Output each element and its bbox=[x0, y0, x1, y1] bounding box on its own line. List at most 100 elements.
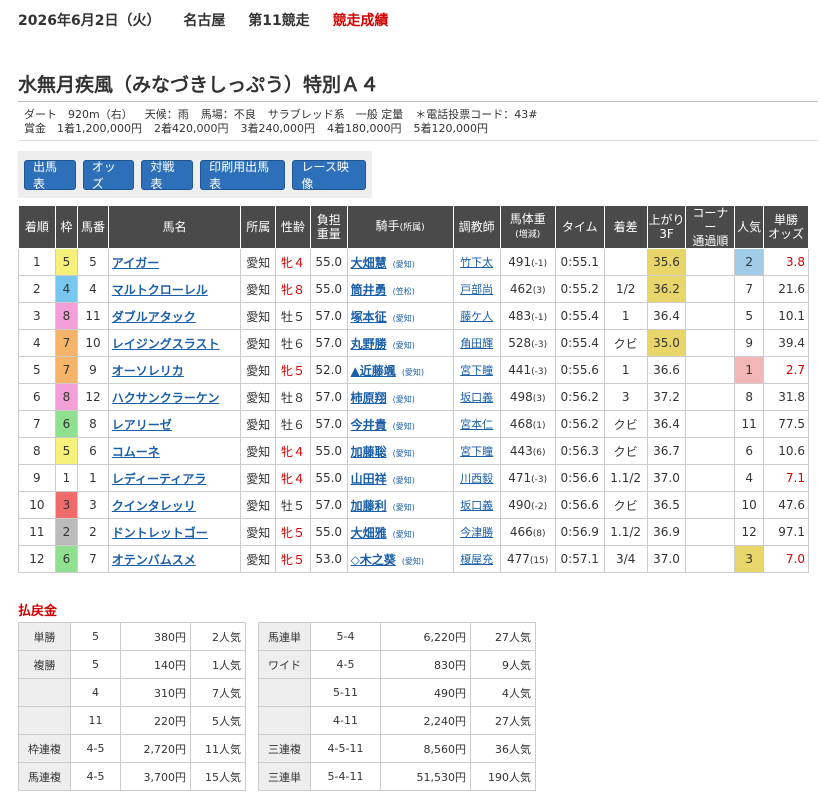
popularity-cell: 11 bbox=[734, 410, 764, 438]
trainer-link[interactable]: 宮下瞳 bbox=[452, 437, 501, 465]
jockey-affiliation: (愛知) bbox=[392, 340, 415, 350]
entries-button[interactable]: 出馬表 bbox=[24, 160, 76, 191]
horse-name-link[interactable]: ドントレットゴー bbox=[107, 518, 242, 546]
payout-combo: 4-5-11 bbox=[310, 734, 381, 763]
jockey-link[interactable]: 大畑雅 bbox=[351, 526, 387, 540]
odds-cell: 10.1 bbox=[762, 302, 810, 330]
trainer-link[interactable]: 角田輝 bbox=[452, 329, 501, 357]
jockey-link[interactable]: 加藤利 bbox=[351, 499, 387, 513]
weight-diff: (-1) bbox=[531, 313, 548, 323]
payout-row: 4-11 2,240円 27人気 bbox=[258, 706, 536, 735]
horse-name-link[interactable]: アイガー bbox=[107, 248, 242, 276]
trainer-link[interactable]: 今津勝 bbox=[452, 518, 501, 546]
condition-item: サラブレッド系 一般 定量 bbox=[267, 108, 404, 121]
horse-name-link[interactable]: マルトクローレル bbox=[107, 275, 242, 303]
horse-name-link[interactable]: レイジングスラスト bbox=[107, 329, 242, 357]
race-number: 第11競走 bbox=[248, 13, 310, 29]
load-cell: 57.0 bbox=[309, 410, 348, 438]
odds-cell: 39.4 bbox=[762, 329, 810, 357]
payout-popularity: 9人気 bbox=[470, 650, 536, 679]
load-cell: 55.0 bbox=[309, 464, 348, 492]
table-row: 9 1 1 レディーティアラ 愛知 牝４ 55.0 山田祥 (愛知) 川西毅 471(-3) 0:56… bbox=[18, 464, 810, 492]
sex-age-cell: 牡６ bbox=[275, 329, 311, 357]
horse-number-cell: 6 bbox=[77, 437, 109, 465]
horse-number-cell: 2 bbox=[77, 518, 109, 546]
trainer-link[interactable]: 藤ケ人 bbox=[452, 302, 501, 330]
load-cell: 57.0 bbox=[309, 329, 348, 357]
jockey-link[interactable]: 今井貴 bbox=[351, 418, 387, 432]
trainer-link[interactable]: 竹下太 bbox=[452, 248, 501, 276]
rank-cell: 12 bbox=[18, 545, 56, 573]
jockey-link[interactable]: 山田祥 bbox=[351, 472, 387, 486]
trainer-link[interactable]: 宮下瞳 bbox=[452, 356, 501, 384]
jockey-cell: ◇木之葵 (愛知) bbox=[346, 545, 454, 573]
weight-cell: 483(-1) bbox=[499, 302, 556, 330]
payout-combo: 4 bbox=[70, 678, 121, 707]
horse-name-link[interactable]: オーソレリカ bbox=[107, 356, 242, 384]
jockey-link[interactable]: ▲近藤颯 bbox=[351, 364, 396, 378]
time-cell: 0:56.3 bbox=[554, 437, 605, 465]
trainer-link[interactable]: 坂口義 bbox=[452, 491, 501, 519]
payout-type bbox=[18, 706, 71, 735]
odds-cell: 7.0 bbox=[762, 545, 810, 573]
horse-name-link[interactable]: ハクサンクラーケン bbox=[107, 383, 242, 411]
sex-age-cell: 牡８ bbox=[275, 383, 311, 411]
payout-amount: 220円 bbox=[120, 706, 191, 735]
rank-cell: 4 bbox=[18, 329, 56, 357]
horse-name-link[interactable]: コムーネ bbox=[107, 437, 242, 465]
table-row: 1 5 5 アイガー 愛知 牝４ 55.0 大畑慧 (愛知) 竹下太 491(-1) 0:55.1 35… bbox=[18, 248, 810, 276]
jockey-cell: 大畑慧 (愛知) bbox=[346, 248, 454, 276]
matchup-button[interactable]: 対戦表 bbox=[141, 160, 194, 191]
payout-popularity: 4人気 bbox=[470, 678, 536, 707]
trainer-link[interactable]: 川西毅 bbox=[452, 464, 501, 492]
print-entries-button[interactable]: 印刷用出馬表 bbox=[200, 160, 286, 191]
odds-cell: 47.6 bbox=[762, 491, 810, 519]
weight-cell: 471(-3) bbox=[499, 464, 556, 492]
race-video-button[interactable]: レース映像 bbox=[292, 160, 366, 191]
payout-popularity: 190人気 bbox=[470, 762, 536, 791]
horse-name-link[interactable]: レディーティアラ bbox=[107, 464, 242, 492]
payout-amount: 2,240円 bbox=[380, 706, 471, 735]
frame-cell: 5 bbox=[54, 248, 79, 276]
popularity-cell: 3 bbox=[734, 545, 764, 573]
jockey-link[interactable]: 加藤聡 bbox=[351, 445, 387, 459]
weight-value: 483 bbox=[508, 309, 532, 323]
horse-name-link[interactable]: オテンバムスメ bbox=[107, 545, 242, 573]
weight-value: 498 bbox=[509, 390, 533, 404]
load-cell: 55.0 bbox=[309, 518, 348, 546]
trainer-link[interactable]: 榎屋充 bbox=[452, 545, 501, 573]
jockey-cell: 加藤聡 (愛知) bbox=[346, 437, 454, 465]
prize-money: 賞金 1着1,200,000円 2着420,000円 3着240,000円 4着180… bbox=[24, 122, 818, 136]
col-jockey-sub: (所属) bbox=[399, 223, 425, 233]
horse-name-link[interactable]: レアリーゼ bbox=[107, 410, 242, 438]
horse-number-cell: 9 bbox=[77, 356, 109, 384]
corner-cell bbox=[685, 275, 736, 303]
rank-cell: 5 bbox=[18, 356, 56, 384]
jockey-link[interactable]: ◇木之葵 bbox=[351, 553, 396, 567]
payout-type: 複勝 bbox=[18, 650, 71, 679]
weight-diff: (6) bbox=[532, 448, 546, 458]
jockey-link[interactable]: 柿原翔 bbox=[351, 391, 387, 405]
col-weight: 馬体重 (増減) bbox=[499, 205, 556, 249]
payout-popularity: 15人気 bbox=[190, 762, 246, 791]
payout-type: 馬連単 bbox=[258, 622, 311, 651]
horse-name-link[interactable]: ダブルアタック bbox=[107, 302, 242, 330]
payout-popularity: 11人気 bbox=[190, 734, 246, 763]
jockey-link[interactable]: 大畑慧 bbox=[351, 256, 387, 270]
jockey-link[interactable]: 丸野勝 bbox=[351, 337, 387, 351]
jockey-cell: 丸野勝 (愛知) bbox=[346, 329, 454, 357]
odds-cell: 10.6 bbox=[762, 437, 810, 465]
col-weight-2: (増減) bbox=[515, 230, 541, 240]
trainer-link[interactable]: 戸部尚 bbox=[452, 275, 501, 303]
rank-cell: 2 bbox=[18, 275, 56, 303]
weight-value: 462 bbox=[509, 282, 533, 296]
jockey-link[interactable]: 塚本征 bbox=[351, 310, 387, 324]
trainer-link[interactable]: 坂口義 bbox=[452, 383, 501, 411]
weight-value: 468 bbox=[509, 417, 533, 431]
jockey-link[interactable]: 筒井勇 bbox=[351, 283, 387, 297]
odds-button[interactable]: オッズ bbox=[82, 160, 135, 191]
corner-cell bbox=[685, 518, 736, 546]
jockey-affiliation: (愛知) bbox=[401, 556, 425, 566]
trainer-link[interactable]: 宮本仁 bbox=[452, 410, 501, 438]
horse-name-link[interactable]: クインタレッリ bbox=[107, 491, 242, 519]
